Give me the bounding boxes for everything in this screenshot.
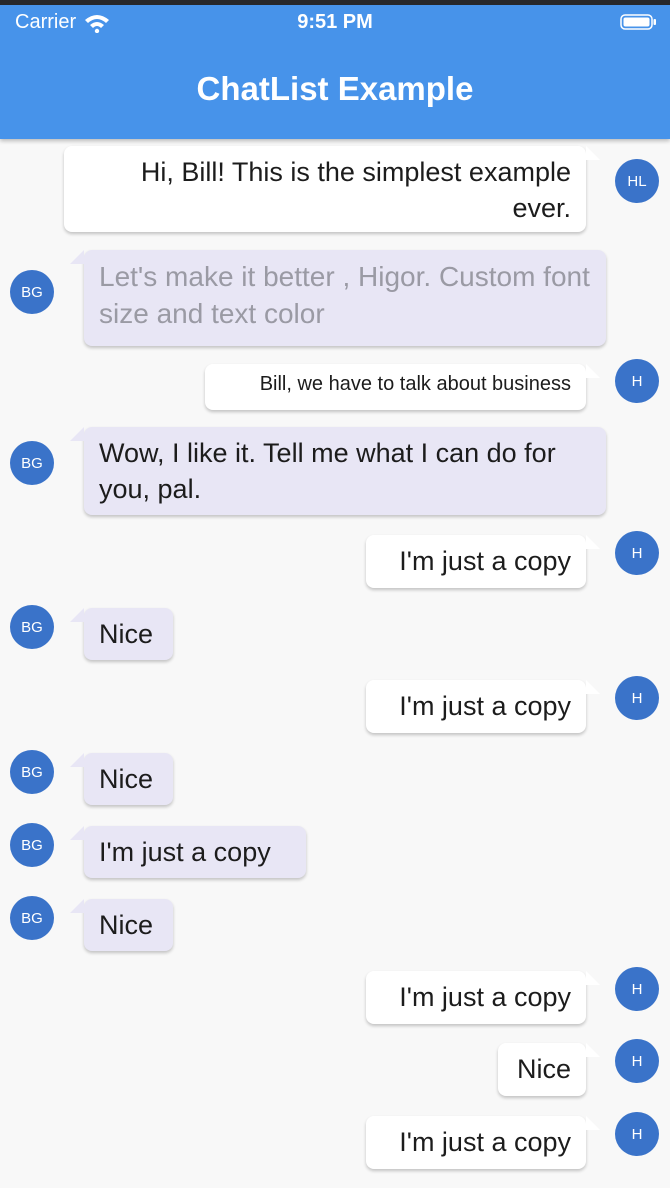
- message-text: Bill, we have to talk about business: [259, 373, 571, 395]
- message-bubble[interactable]: I'm just a copy: [366, 971, 600, 1024]
- avatar[interactable]: H: [615, 531, 659, 575]
- message-row: BG Let's make it better , Higor. Custom …: [0, 250, 670, 350]
- message-text: I'm just a copy: [399, 982, 571, 1012]
- message-text: Nice: [99, 910, 154, 940]
- message-row: I'm just a copy H: [0, 1112, 670, 1171]
- message-row: I'm just a copy H: [0, 531, 670, 590]
- message-text: Nice: [516, 1054, 571, 1084]
- app-bar: Carrier 9:51 PM ChatList Example: [0, 5, 670, 139]
- message-row: BG Nice: [0, 894, 670, 951]
- avatar[interactable]: H: [615, 359, 659, 403]
- avatar[interactable]: H: [615, 967, 659, 1011]
- message-bubble[interactable]: Let's make it better , Higor. Custom fon…: [70, 250, 606, 346]
- message-bubble[interactable]: I'm just a copy: [366, 680, 600, 733]
- avatar[interactable]: H: [615, 676, 659, 720]
- avatar[interactable]: BG: [10, 750, 54, 794]
- message-bubble[interactable]: Nice: [498, 1043, 600, 1096]
- avatar[interactable]: BG: [10, 605, 54, 649]
- message-row: BG Nice: [0, 603, 670, 660]
- message-bubble[interactable]: Nice: [70, 753, 173, 805]
- phone-screen: Carrier 9:51 PM ChatList Example Hi, Bil…: [0, 5, 670, 1188]
- message-text: I'm just a copy: [399, 1127, 571, 1157]
- message-row: BG I'm just a copy: [0, 821, 670, 878]
- message-bubble[interactable]: Nice: [70, 899, 173, 951]
- message-bubble[interactable]: Wow, I like it. Tell me what I can do fo…: [70, 427, 606, 515]
- message-row: Hi, Bill! This is the simplest example e…: [0, 145, 670, 237]
- message-bubble[interactable]: Nice: [70, 608, 173, 660]
- avatar[interactable]: H: [615, 1112, 659, 1156]
- avatar[interactable]: BG: [10, 441, 54, 485]
- message-text: I'm just a copy: [399, 691, 571, 721]
- message-row: BG Wow, I like it. Tell me what I can do…: [0, 427, 670, 519]
- avatar[interactable]: HL: [615, 159, 659, 203]
- message-text: Wow, I like it. Tell me what I can do fo…: [99, 438, 556, 504]
- message-text: I'm just a copy: [399, 546, 571, 576]
- message-row: I'm just a copy H: [0, 967, 670, 1026]
- message-text: Hi, Bill! This is the simplest example e…: [140, 157, 571, 223]
- avatar[interactable]: H: [615, 1039, 659, 1083]
- message-text: Let's make it better , Higor. Custom fon…: [99, 261, 590, 329]
- message-bubble[interactable]: I'm just a copy: [70, 826, 306, 878]
- message-text: Nice: [99, 619, 154, 649]
- message-bubble[interactable]: I'm just a copy: [366, 535, 600, 588]
- page-title: ChatList Example: [196, 70, 474, 107]
- message-text: Nice: [99, 764, 154, 794]
- avatar[interactable]: BG: [10, 270, 54, 314]
- message-bubble[interactable]: Bill, we have to talk about business: [205, 364, 600, 410]
- battery-icon: [620, 14, 658, 30]
- message-row: Bill, we have to talk about business H: [0, 359, 670, 414]
- avatar[interactable]: BG: [10, 896, 54, 940]
- message-text: I'm just a copy: [99, 837, 271, 867]
- message-bubble[interactable]: Hi, Bill! This is the simplest example e…: [64, 146, 600, 232]
- message-row: I'm just a copy H: [0, 676, 670, 735]
- avatar[interactable]: BG: [10, 823, 54, 867]
- message-row: Nice H: [0, 1039, 670, 1098]
- message-row: BG Nice: [0, 748, 670, 805]
- message-bubble[interactable]: I'm just a copy: [366, 1116, 600, 1169]
- status-time: 9:51 PM: [297, 11, 373, 33]
